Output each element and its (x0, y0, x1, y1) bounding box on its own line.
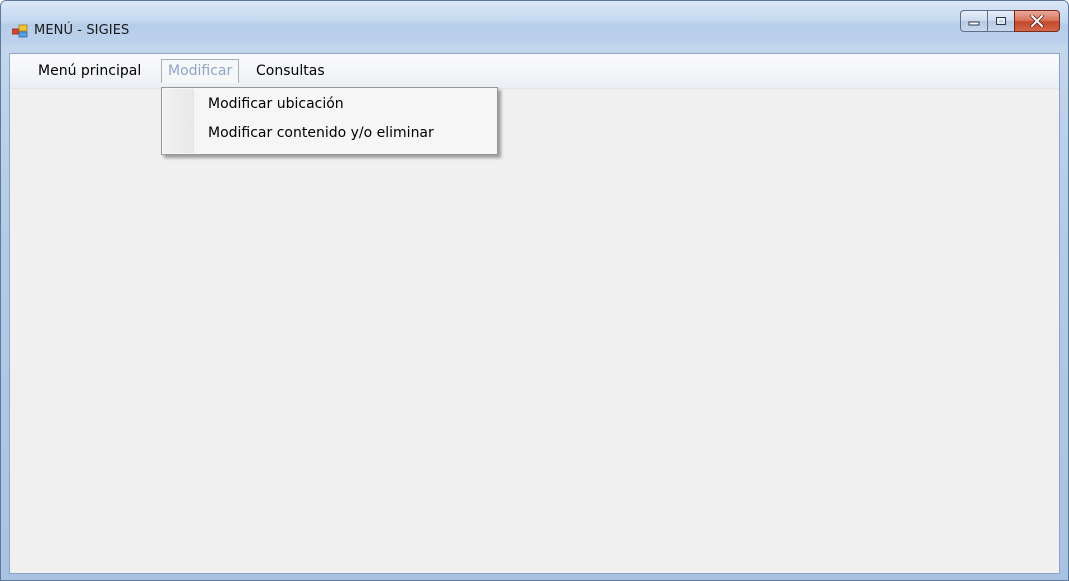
maximize-button[interactable] (987, 10, 1014, 32)
menu-option-modificar-ubicacion[interactable]: Modificar ubicación (208, 96, 344, 112)
menu-item-consultas[interactable]: Consultas (250, 59, 331, 83)
close-icon (1030, 15, 1044, 27)
minimize-icon (968, 21, 980, 26)
title-bar[interactable]: MENÚ - SIGIES (1, 1, 1068, 45)
window-title: MENÚ - SIGIES (34, 23, 130, 38)
minimize-button[interactable] (960, 10, 987, 32)
client-area: Menú principal Modificar Consultas Modif… (9, 53, 1060, 574)
menu-item-menu-principal[interactable]: Menú principal (32, 59, 147, 83)
window-controls (960, 10, 1060, 32)
menu-option-modificar-contenido[interactable]: Modificar contenido y/o eliminar (208, 125, 434, 141)
app-window-icon (12, 24, 28, 38)
maximize-icon (996, 17, 1006, 25)
menu-icon-gutter (163, 89, 194, 153)
modificar-dropdown-menu: Modificar ubicación Modificar contenido … (161, 87, 498, 155)
menu-bar: Menú principal Modificar Consultas (10, 54, 1059, 89)
close-button[interactable] (1014, 10, 1060, 32)
application-window: MENÚ - SIGIES Menú principal Modificar C… (0, 0, 1069, 581)
menu-item-modificar[interactable]: Modificar (161, 59, 240, 83)
